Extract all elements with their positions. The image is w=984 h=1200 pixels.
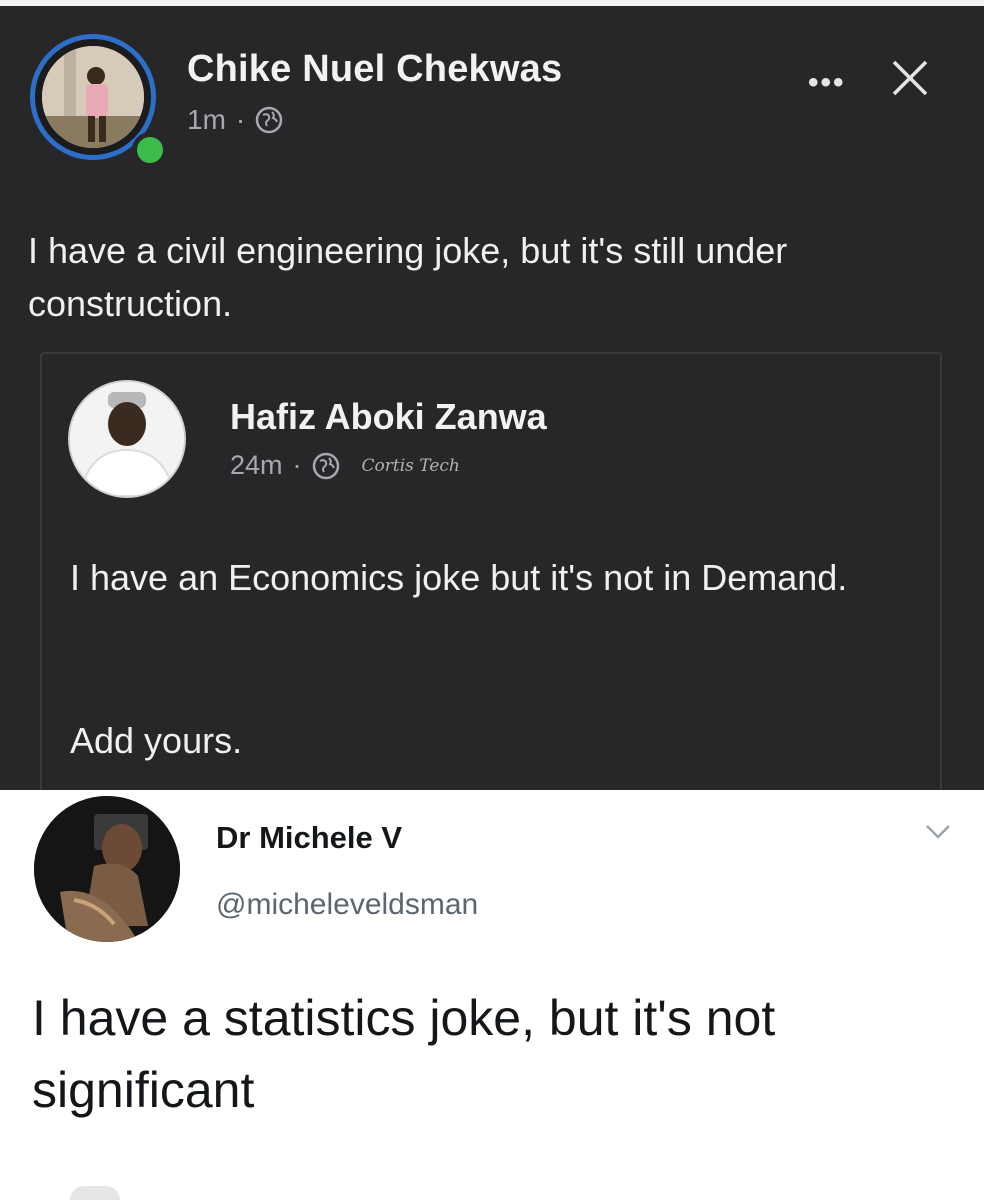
post-meta: 1m · <box>187 104 283 136</box>
tweet-text: I have a statistics joke, but it's not s… <box>32 990 776 1118</box>
shared-author-name[interactable]: Hafiz Aboki Zanwa <box>230 396 547 438</box>
tweet: Dr Michele V @micheleveldsman I have a s… <box>0 790 984 1200</box>
globe-icon <box>255 106 283 134</box>
shared-post-card[interactable]: Hafiz Aboki Zanwa 24m · Cortis Tech I ha… <box>40 352 942 790</box>
top-edge <box>0 0 984 6</box>
meta-separator: · <box>235 104 246 135</box>
globe-icon <box>312 452 339 479</box>
avatar-photo <box>42 46 144 148</box>
add-yours-prompt[interactable]: Add yours. <box>70 720 242 762</box>
tweet-author-handle[interactable]: @micheleveldsman <box>216 888 478 922</box>
shared-post-text: I have an Economics joke but it's not in… <box>70 557 848 598</box>
post-time[interactable]: 1m <box>187 104 226 136</box>
shared-meta-separator: · <box>292 450 302 480</box>
tweet-author-name[interactable]: Dr Michele V <box>216 820 402 856</box>
online-status-dot <box>132 132 168 168</box>
shared-post-meta: 24m · Cortis Tech <box>230 450 460 481</box>
watermark-signature: Cortis Tech <box>361 455 460 476</box>
next-item-edge <box>70 1186 120 1200</box>
shared-author-avatar[interactable] <box>68 380 186 498</box>
close-icon[interactable] <box>878 58 932 98</box>
author-name[interactable]: Chike Nuel Chekwas <box>187 48 562 91</box>
more-options-icon[interactable]: ••• <box>808 66 846 100</box>
tweet-author-avatar[interactable] <box>34 796 180 942</box>
facebook-post: Chike Nuel Chekwas 1m · ••• I have a civ… <box>0 0 984 790</box>
post-text: I have a civil engineering joke, but it'… <box>28 230 788 324</box>
shared-post-time[interactable]: 24m <box>230 450 283 481</box>
chevron-down-icon[interactable] <box>924 822 952 842</box>
